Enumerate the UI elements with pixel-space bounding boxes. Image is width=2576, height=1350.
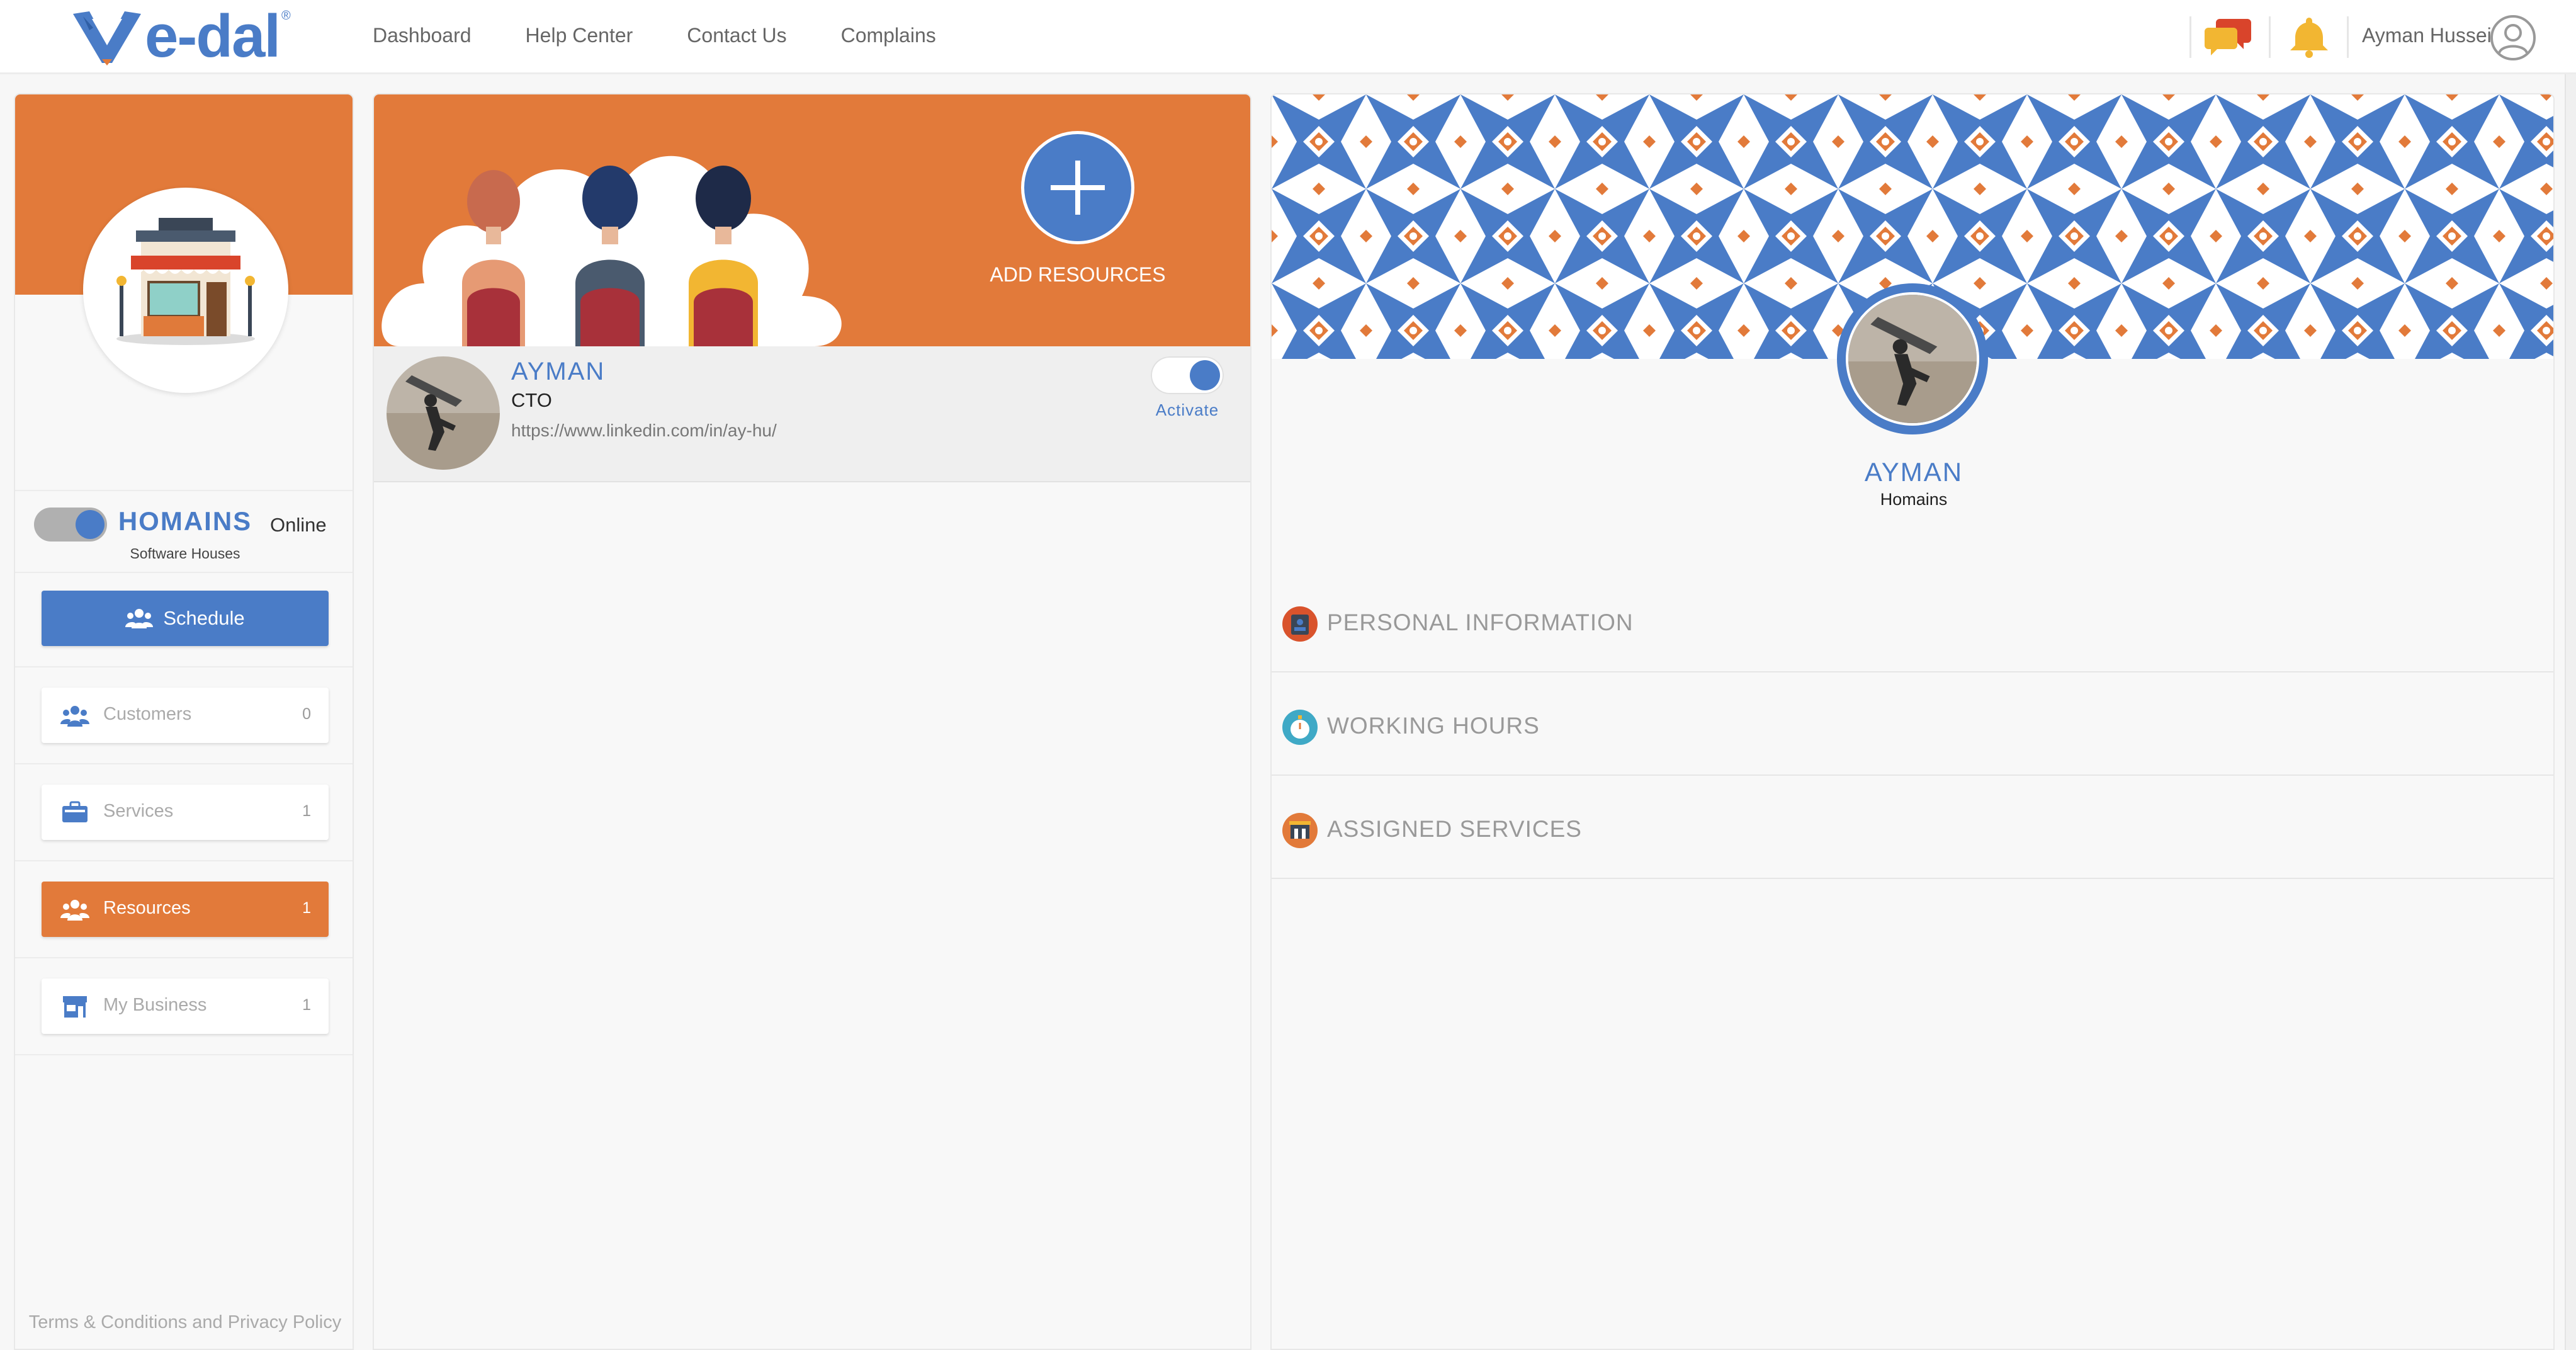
logo-registered-mark: ® — [281, 9, 291, 23]
sidebar-divider — [15, 572, 353, 573]
profile-avatar[interactable] — [1837, 283, 1988, 434]
profile-photo — [1848, 295, 1977, 423]
sidebar-item-label: Services — [103, 801, 174, 821]
main-nav: Dashboard Help Center Contact Us Complai… — [373, 0, 990, 71]
resource-list-item[interactable]: AYMAN CTO https://www.linkedin.com/in/ay… — [374, 346, 1250, 482]
section-label: WORKING HOURS — [1327, 713, 1540, 739]
resource-activate-label: Activate — [1155, 400, 1219, 419]
sidebar-item-count: 0 — [302, 705, 311, 723]
nav-complains[interactable]: Complains — [841, 24, 936, 47]
sidebar-item-my-business[interactable]: My Business 1 — [42, 978, 329, 1034]
logo-mark-icon — [73, 11, 141, 65]
business-avatar[interactable] — [83, 188, 288, 393]
sidebar-item-label: Customers — [103, 704, 192, 724]
header-divider — [2269, 16, 2271, 58]
team-illustration — [381, 156, 842, 346]
top-header: e-dal ® Dashboard Help Center Contact Us… — [0, 0, 2576, 74]
sidebar-divider — [15, 1054, 353, 1055]
user-avatar-icon[interactable] — [2489, 14, 2537, 62]
resource-profile-panel: AYMAN Homains PERSONAL INFORMATION WORKI… — [1270, 93, 2555, 1350]
section-personal-information[interactable]: PERSONAL INFORMATION — [1272, 569, 2553, 672]
sidebar-divider — [15, 957, 353, 958]
storefront-icon — [116, 218, 255, 345]
section-assigned-services[interactable]: ASSIGNED SERVICES — [1272, 776, 2553, 879]
profile-organization: Homains — [1880, 490, 1948, 509]
page-scrollbar[interactable] — [2565, 74, 2576, 1350]
business-sidebar: HOMAINS Software Houses Online Schedule … — [14, 93, 354, 1350]
profile-name: AYMAN — [1864, 457, 1963, 487]
resource-activate-toggle[interactable] — [1151, 356, 1224, 394]
stopwatch-icon — [1282, 710, 1318, 745]
resource-linkedin-link[interactable]: https://www.linkedin.com/in/ay-hu/ — [511, 421, 777, 441]
profile-photo-frame — [1846, 292, 1979, 426]
add-resources-button[interactable] — [1021, 131, 1134, 244]
edal-logo[interactable]: e-dal ® — [71, 5, 303, 68]
sidebar-item-resources[interactable]: Resources 1 — [42, 882, 329, 937]
store-icon — [63, 996, 87, 1018]
services-icon — [1282, 813, 1318, 848]
resources-panel: ADD RESOURCES AYMAN CTO https://www.link… — [373, 93, 1251, 1350]
terms-privacy-link[interactable]: Terms & Conditions and Privacy Policy — [15, 1312, 353, 1333]
resource-title: CTO — [511, 389, 552, 411]
briefcase-icon — [62, 801, 88, 822]
plus-icon — [1051, 161, 1105, 215]
sidebar-item-services[interactable]: Services 1 — [42, 785, 329, 840]
online-status-label: Online — [270, 514, 327, 536]
sidebar-item-count: 1 — [302, 802, 311, 820]
sidebar-item-label: My Business — [103, 995, 207, 1015]
section-label: ASSIGNED SERVICES — [1327, 816, 1582, 842]
sidebar-divider — [15, 666, 353, 667]
resource-name: AYMAN — [511, 358, 606, 385]
schedule-button-label: Schedule — [163, 607, 245, 629]
nav-help-center[interactable]: Help Center — [526, 24, 633, 47]
header-divider — [2189, 16, 2191, 58]
chat-icon[interactable] — [2205, 14, 2252, 59]
group-icon — [125, 609, 154, 628]
customers-icon — [60, 706, 89, 727]
section-label: PERSONAL INFORMATION — [1327, 610, 1634, 635]
resource-avatar[interactable] — [387, 356, 500, 470]
sidebar-divider — [15, 860, 353, 861]
people-icon — [60, 900, 89, 921]
schedule-button[interactable]: Schedule — [42, 591, 329, 646]
toggle-knob — [76, 510, 105, 539]
bell-icon[interactable] — [2285, 14, 2333, 59]
id-badge-icon — [1282, 606, 1318, 642]
sidebar-divider — [15, 763, 353, 764]
section-working-hours[interactable]: WORKING HOURS — [1272, 672, 2553, 776]
logo-text: e-dal — [145, 3, 281, 70]
toggle-knob — [1190, 360, 1220, 390]
online-toggle[interactable] — [34, 508, 107, 542]
resource-photo — [387, 356, 500, 470]
resources-banner: ADD RESOURCES — [374, 94, 1250, 346]
sidebar-divider — [15, 490, 353, 491]
header-divider — [2347, 16, 2349, 58]
sidebar-item-label: Resources — [103, 898, 191, 918]
sidebar-item-count: 1 — [302, 996, 311, 1014]
sidebar-item-count: 1 — [302, 899, 311, 917]
nav-contact-us[interactable]: Contact Us — [687, 24, 786, 47]
sidebar-item-customers[interactable]: Customers 0 — [42, 688, 329, 743]
header-user-name[interactable]: Ayman Hussein — [2362, 24, 2503, 47]
nav-dashboard[interactable]: Dashboard — [373, 24, 472, 47]
business-category: Software Houses — [130, 545, 240, 562]
add-resources-label: ADD RESOURCES — [990, 263, 1166, 286]
